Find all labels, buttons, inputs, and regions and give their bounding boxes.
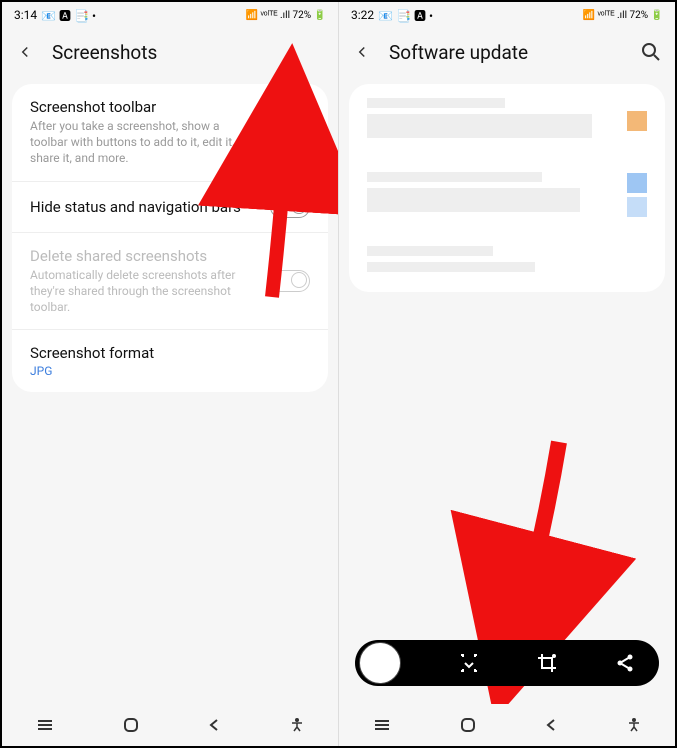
toggle-switch[interactable] bbox=[270, 196, 310, 218]
row-title: Hide status and navigation bars bbox=[30, 198, 258, 216]
status-bar: 3:22 📧 📑 🅰 • 📶 ᵛᵒˡᵀᴱ .ıll 72% 🔋 bbox=[339, 2, 675, 28]
status-icons-right: 📶 ᵛᵒˡᵀᴱ .ıll 72% 🔋 bbox=[583, 10, 663, 21]
app-header: Software update bbox=[339, 28, 675, 76]
blurred-text bbox=[367, 172, 542, 182]
row-title: Delete shared screenshots bbox=[30, 247, 258, 265]
status-badge bbox=[627, 197, 647, 217]
page-title: Software update bbox=[389, 41, 528, 64]
status-badge bbox=[627, 111, 647, 131]
list-item[interactable] bbox=[349, 232, 665, 292]
annotation-arrow bbox=[479, 432, 579, 646]
recents-icon[interactable] bbox=[35, 718, 55, 732]
row-screenshot-format[interactable]: Screenshot format JPG bbox=[12, 330, 328, 392]
status-time: 3:22 bbox=[351, 8, 374, 22]
search-icon[interactable] bbox=[641, 42, 661, 62]
toggle-switch bbox=[270, 270, 310, 292]
row-subvalue: JPG bbox=[30, 364, 310, 378]
screenshot-toolbar bbox=[355, 640, 659, 686]
app-header: Screenshots bbox=[2, 28, 338, 76]
system-navbar bbox=[339, 704, 675, 746]
crop-icon[interactable] bbox=[537, 653, 557, 673]
system-navbar bbox=[2, 704, 338, 746]
back-nav-icon[interactable] bbox=[543, 717, 559, 733]
back-icon[interactable] bbox=[16, 43, 34, 61]
left-phone: 3:14 📧 🅰 📑 • 📶 ᵛᵒˡᵀᴱ .ıll 72% 🔋 Screensh… bbox=[2, 2, 338, 746]
accessibility-icon[interactable] bbox=[626, 717, 642, 733]
blurred-text bbox=[367, 188, 580, 212]
row-screenshot-toolbar[interactable]: Screenshot toolbar After you take a scre… bbox=[12, 84, 328, 182]
toggle-switch[interactable] bbox=[270, 121, 310, 143]
row-title: Screenshot format bbox=[30, 344, 310, 362]
update-card bbox=[349, 84, 665, 292]
status-time: 3:14 bbox=[14, 8, 37, 22]
home-icon[interactable] bbox=[122, 716, 140, 734]
scroll-capture-icon[interactable] bbox=[459, 653, 479, 673]
list-item[interactable] bbox=[349, 84, 665, 158]
share-icon[interactable] bbox=[615, 653, 635, 673]
list-item[interactable] bbox=[349, 158, 665, 232]
row-title: Screenshot toolbar bbox=[30, 98, 245, 116]
blurred-text bbox=[367, 114, 592, 138]
row-desc: Automatically delete screenshots after t… bbox=[30, 267, 258, 316]
status-icons-right: 📶 ᵛᵒˡᵀᴱ .ıll 72% 🔋 bbox=[246, 10, 326, 21]
back-icon[interactable] bbox=[353, 43, 371, 61]
back-nav-icon[interactable] bbox=[206, 717, 222, 733]
home-icon[interactable] bbox=[459, 716, 477, 734]
divider bbox=[257, 117, 258, 147]
settings-card: Screenshot toolbar After you take a scre… bbox=[12, 84, 328, 392]
row-desc: After you take a screenshot, show a tool… bbox=[30, 118, 245, 167]
row-hide-bars[interactable]: Hide status and navigation bars bbox=[12, 182, 328, 233]
status-icons-left: 📧 📑 🅰 • bbox=[378, 7, 433, 24]
blurred-text bbox=[367, 98, 505, 108]
accessibility-icon[interactable] bbox=[289, 717, 305, 733]
recents-icon[interactable] bbox=[372, 718, 392, 732]
status-badge bbox=[627, 173, 647, 193]
screenshot-thumbnail[interactable] bbox=[359, 642, 401, 684]
status-icons-left: 📧 🅰 📑 • bbox=[41, 7, 96, 24]
status-bar: 3:14 📧 🅰 📑 • 📶 ᵛᵒˡᵀᴱ .ıll 72% 🔋 bbox=[2, 2, 338, 28]
blurred-text bbox=[367, 262, 535, 272]
row-delete-shared: Delete shared screenshots Automatically … bbox=[12, 233, 328, 331]
page-title: Screenshots bbox=[52, 41, 157, 64]
blurred-text bbox=[367, 246, 493, 256]
right-phone: 3:22 📧 📑 🅰 • 📶 ᵛᵒˡᵀᴱ .ıll 72% 🔋 Software… bbox=[338, 2, 675, 746]
